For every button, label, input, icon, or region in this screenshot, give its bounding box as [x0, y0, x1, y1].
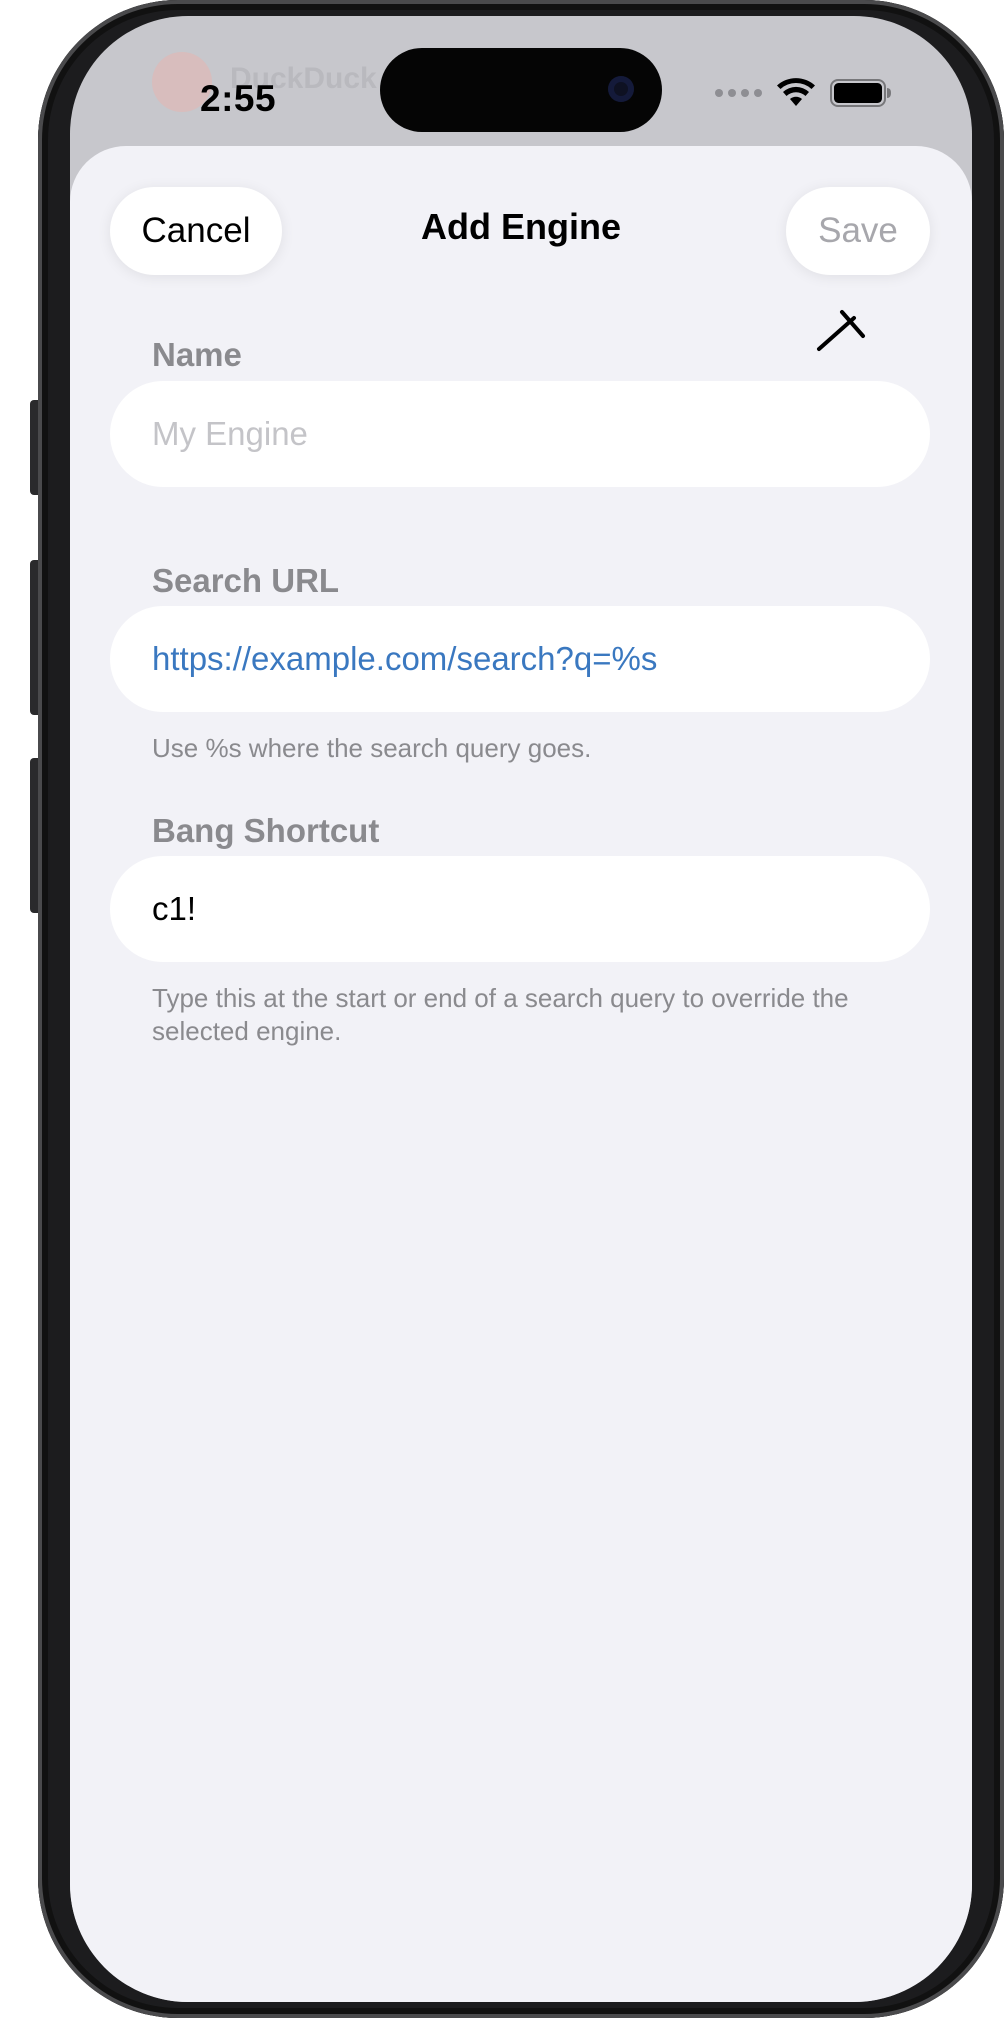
battery-icon	[830, 79, 891, 107]
name-field[interactable]: My Engine	[110, 381, 930, 487]
search-url-label: Search URL	[152, 562, 340, 599]
text-cursor-icon	[817, 310, 865, 351]
wifi-icon	[777, 78, 815, 106]
screen: DuckDuck 2:55 Cancel Add Engine Save Nam…	[70, 16, 972, 2002]
bang-shortcut-field[interactable]: c1!	[110, 856, 930, 962]
dynamic-island	[380, 48, 662, 132]
device-frame: DuckDuck 2:55 Cancel Add Engine Save Nam…	[0, 0, 1004, 2032]
status-icons	[715, 78, 892, 108]
front-camera-icon	[608, 76, 634, 102]
search-url-help: Use %s where the search query goes.	[152, 733, 592, 763]
bang-shortcut-help: Type this at the start or end of a searc…	[152, 983, 849, 1046]
bang-shortcut-label: Bang Shortcut	[152, 812, 380, 849]
search-url-field[interactable]: https://example.com/search?q=%s	[110, 606, 930, 712]
cellular-signal-icon	[715, 89, 762, 97]
save-button[interactable]: Save	[786, 187, 930, 275]
name-label: Name	[152, 336, 242, 373]
status-time: 2:55	[200, 78, 277, 119]
phone-body: DuckDuck 2:55 Cancel Add Engine Save Nam…	[38, 0, 1004, 2018]
